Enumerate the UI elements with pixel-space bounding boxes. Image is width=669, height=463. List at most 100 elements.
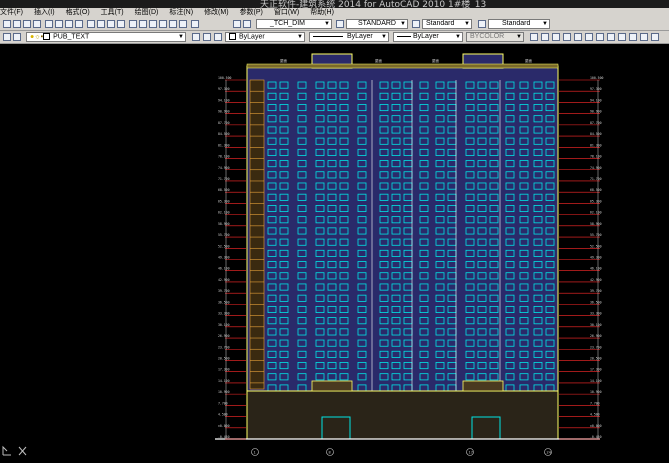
multileader-style-dropdown[interactable]: Standard ▼ <box>488 19 550 29</box>
elevation-label-right: 90.900 <box>590 110 602 114</box>
podium-base <box>246 390 559 440</box>
menu-item[interactable]: 文件(F) <box>0 8 23 17</box>
axis-label: 1 <box>254 451 256 455</box>
text-style-icon[interactable] <box>233 20 241 28</box>
new-file-icon[interactable] <box>3 20 11 28</box>
layer-unisolate-icon[interactable] <box>541 33 549 41</box>
axis-label: 24 <box>547 451 552 455</box>
layer-off-icon[interactable] <box>552 33 560 41</box>
multileader-style-icon[interactable] <box>478 20 486 28</box>
roof-label: 屋面 <box>375 58 383 63</box>
dim-style-dropdown[interactable]: _TCH_DIM ▼ <box>256 19 332 29</box>
menu-item[interactable]: 帮助(H) <box>310 8 334 17</box>
copy-icon[interactable] <box>55 20 63 28</box>
elevation-label-left: 20.500 <box>218 356 230 360</box>
layer-previous-icon[interactable] <box>203 33 211 41</box>
chevron-down-icon: ▼ <box>455 34 461 40</box>
layer-dropdown[interactable]: ●☼▪ PUB_TEXT ▼ <box>26 32 186 42</box>
layer-on-icon[interactable] <box>563 33 571 41</box>
elevation-label-right: 55.700 <box>590 233 602 237</box>
help-icon[interactable] <box>191 20 199 28</box>
elevation-label-right: 17.300 <box>590 368 602 372</box>
zoom-window-icon[interactable] <box>107 20 115 28</box>
elevation-label-left: 46.100 <box>218 267 230 271</box>
plot-style-dropdown[interactable]: BYCOLOR ▼ <box>466 32 524 42</box>
layer-isolate-icon[interactable] <box>530 33 538 41</box>
pan-icon[interactable] <box>87 20 95 28</box>
lineweight-dropdown[interactable]: ByLayer ▼ <box>393 32 463 42</box>
zoom-previous-icon[interactable] <box>117 20 125 28</box>
drawing-canvas[interactable]: 100.500 97.300 94.100 90.900 87.700 84.500 81.… <box>0 44 669 459</box>
tool-palettes-icon[interactable] <box>149 20 157 28</box>
layer-match-icon[interactable] <box>214 33 222 41</box>
elevation-label-left: 81.300 <box>218 143 230 147</box>
color-dropdown[interactable]: ByLayer ▼ <box>225 32 305 42</box>
menu-item[interactable]: 参数(P) <box>240 8 263 17</box>
calculator-icon[interactable] <box>179 20 187 28</box>
table-style-icon[interactable] <box>412 20 420 28</box>
layer-walk-icon[interactable] <box>618 33 626 41</box>
layer-unlock-icon[interactable] <box>607 33 615 41</box>
menu-item[interactable]: 修改(M) <box>204 8 229 17</box>
layer-thaw-icon[interactable] <box>585 33 593 41</box>
elevation-label-left: 65.300 <box>218 199 230 203</box>
text-style-dropdown[interactable]: STANDARD ▼ <box>346 19 408 29</box>
layer-value: PUB_TEXT <box>53 33 90 41</box>
multileader-style-value: Standard <box>502 20 531 27</box>
redo-icon[interactable] <box>75 20 83 28</box>
text-style-manager-icon[interactable] <box>336 20 344 28</box>
elevation-label-right: 10.900 <box>590 390 602 394</box>
menu-item[interactable]: 标注(N) <box>169 8 193 17</box>
elevation-label-left: 100.500 <box>218 76 232 80</box>
color-value: ByLayer <box>239 33 265 41</box>
properties-icon[interactable] <box>129 20 137 28</box>
save-icon[interactable] <box>23 20 31 28</box>
elevation-label-left: 49.300 <box>218 256 230 260</box>
layer-delete-icon[interactable] <box>640 33 648 41</box>
menu-item[interactable]: 绘图(D) <box>135 8 159 17</box>
lineweight-sample <box>397 36 411 37</box>
menu-item[interactable]: 窗口(W) <box>274 8 299 17</box>
cut-icon[interactable] <box>45 20 53 28</box>
chevron-down-icon: ▼ <box>516 34 522 40</box>
elevation-label-right: 42.900 <box>590 278 602 282</box>
chevron-down-icon: ▼ <box>178 34 184 40</box>
sheet-set-icon[interactable] <box>159 20 167 28</box>
table-style-value: Standard <box>426 20 455 27</box>
layer-manager-icon[interactable] <box>3 33 11 41</box>
zoom-realtime-icon[interactable] <box>97 20 105 28</box>
app-title: 天正软件-建筑系统 2014 for AutoCAD 2010 1#楼_13 <box>260 0 487 8</box>
elevation-label-left: 39.700 <box>218 289 230 293</box>
menu-item[interactable]: 工具(T) <box>101 8 124 17</box>
color-swatch <box>229 33 236 40</box>
elevation-label-left: 74.900 <box>218 166 230 170</box>
elevation-label-left: 14.100 <box>218 379 230 383</box>
make-current-layer-icon[interactable] <box>192 33 200 41</box>
elevation-label-right: 97.300 <box>590 87 602 91</box>
markup-icon[interactable] <box>169 20 177 28</box>
layer-freeze-icon[interactable] <box>574 33 582 41</box>
layer-merge-icon[interactable] <box>629 33 637 41</box>
elevation-label-right: 68.500 <box>590 188 602 192</box>
table-style-dropdown[interactable]: Standard ▼ <box>422 19 472 29</box>
elevation-label-left: 97.300 <box>218 87 230 91</box>
elevation-label-right: 78.100 <box>590 155 602 159</box>
chevron-down-icon: ▼ <box>542 21 548 27</box>
print-icon[interactable] <box>33 20 41 28</box>
layer-color-swatch <box>43 33 51 40</box>
chevron-down-icon: ▼ <box>324 21 330 27</box>
layer-lock-icon[interactable] <box>596 33 604 41</box>
menu-item[interactable]: 格式(O) <box>66 8 90 17</box>
menu-item[interactable]: 插入(I) <box>34 8 55 17</box>
text-style-value: STANDARD <box>358 20 396 27</box>
linetype-sample <box>313 36 343 37</box>
elevation-label-right: 100.500 <box>590 76 604 80</box>
linetype-dropdown[interactable]: ByLayer ▼ <box>309 32 389 42</box>
dim-style-icon[interactable] <box>243 20 251 28</box>
layer-state-icon[interactable] <box>13 33 21 41</box>
elevation-label-right: 94.100 <box>590 98 602 102</box>
design-center-icon[interactable] <box>139 20 147 28</box>
undo-icon[interactable] <box>65 20 73 28</box>
open-file-icon[interactable] <box>13 20 21 28</box>
layer-translate-icon[interactable] <box>651 33 659 41</box>
